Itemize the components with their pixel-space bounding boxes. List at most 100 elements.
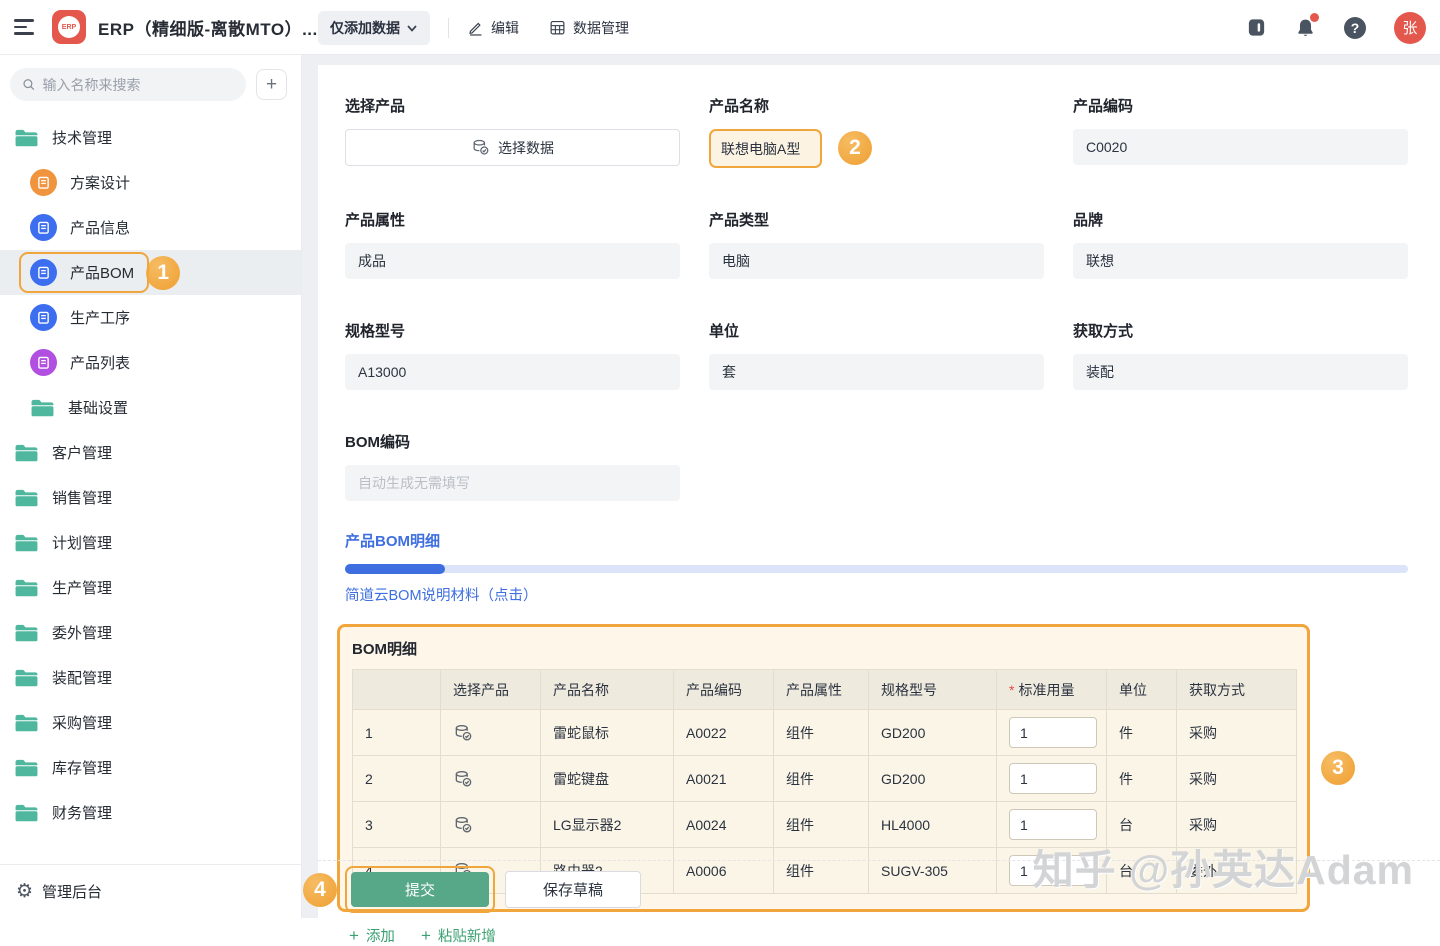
bom-code-label: BOM编码: [345, 431, 680, 452]
sidebar-item-3[interactable]: 产品BOM1: [0, 250, 301, 295]
cell-product-name: 雷蛇键盘: [541, 756, 674, 802]
pen-icon: [467, 19, 484, 36]
cell-acquire-method: 采购: [1177, 802, 1297, 848]
sidebar-item-6[interactable]: 基础设置: [0, 385, 301, 430]
sidebar-search-row: +: [0, 55, 301, 111]
acquire-method-field[interactable]: 装配: [1073, 354, 1408, 390]
brand-field[interactable]: 联想: [1073, 243, 1408, 279]
sidebar-toggle-icon[interactable]: [14, 15, 36, 39]
bom-table-row-2: 2雷蛇键盘A0021组件GD200件采购: [353, 756, 1297, 802]
folder-icon: [14, 533, 39, 553]
paste-add-label: 粘贴新增: [438, 925, 496, 946]
sidebar-item-2[interactable]: 产品信息: [0, 205, 301, 250]
col-select-product: 选择产品: [441, 670, 541, 710]
product-code-field[interactable]: C0020: [1073, 129, 1408, 165]
product-name-field[interactable]: 联想电脑A型: [709, 129, 822, 168]
cell-standard-qty: [997, 710, 1107, 756]
cell-select-product[interactable]: [441, 756, 541, 802]
tab-product-bom-detail[interactable]: 产品BOM明细: [345, 530, 440, 551]
standard-qty-input[interactable]: [1009, 763, 1097, 794]
cell-index: 3: [353, 802, 441, 848]
cell-acquire-method: 采购: [1177, 756, 1297, 802]
sidebar-item-7[interactable]: 客户管理: [0, 430, 301, 475]
folder-icon: [30, 398, 55, 418]
submit-highlight-box: 提交 4: [345, 866, 495, 913]
form-footer: 提交 4 保存草稿: [318, 860, 1440, 918]
step-marker-2: 2: [838, 131, 872, 165]
sidebar-item-9[interactable]: 计划管理: [0, 520, 301, 565]
cell-product-name: LG显示器2: [541, 802, 674, 848]
data-management-button[interactable]: 数据管理: [549, 18, 629, 38]
user-avatar[interactable]: 张: [1394, 12, 1426, 44]
sidebar-item-label: 财务管理: [52, 802, 112, 823]
select-data-button[interactable]: 选择数据: [345, 129, 680, 166]
app-logo-text: ERP: [58, 16, 80, 38]
folder-icon: [14, 578, 39, 598]
search-icon: [22, 77, 36, 92]
cell-product-code: A0022: [674, 710, 774, 756]
cell-product-code: A0021: [674, 756, 774, 802]
journal-icon[interactable]: [1246, 17, 1267, 38]
cell-index: 1: [353, 710, 441, 756]
sidebar-item-10[interactable]: 生产管理: [0, 565, 301, 610]
sidebar-item-15[interactable]: 财务管理: [0, 790, 301, 835]
edit-button[interactable]: 编辑: [467, 18, 519, 38]
cell-spec-model: GD200: [869, 756, 997, 802]
col-unit: 单位: [1107, 670, 1177, 710]
sidebar-item-label: 装配管理: [52, 667, 112, 688]
app-icon: [30, 169, 57, 196]
product-type-label: 产品类型: [709, 209, 1044, 230]
sidebar-item-12[interactable]: 装配管理: [0, 655, 301, 700]
product-type-field[interactable]: 电脑: [709, 243, 1044, 279]
product-attr-field[interactable]: 成品: [345, 243, 680, 279]
sidebar-item-8[interactable]: 销售管理: [0, 475, 301, 520]
required-asterisk: *: [1009, 682, 1014, 698]
paste-add-button[interactable]: + 粘贴新增: [421, 925, 496, 946]
unit-field[interactable]: 套: [709, 354, 1044, 390]
sidebar-item-label: 产品BOM: [70, 262, 134, 283]
add-app-button[interactable]: +: [256, 69, 287, 100]
sidebar-item-label: 委外管理: [52, 622, 112, 643]
sidebar-item-label: 库存管理: [52, 757, 112, 778]
col-product-attr: 产品属性: [774, 670, 869, 710]
product-attr-label: 产品属性: [345, 209, 680, 230]
folder-icon: [14, 803, 39, 823]
sidebar-item-5[interactable]: 产品列表: [0, 340, 301, 385]
folder-icon: [14, 488, 39, 508]
add-row-button[interactable]: + 添加: [349, 925, 395, 946]
submit-button[interactable]: 提交: [351, 872, 489, 907]
folder-icon: [14, 758, 39, 778]
sidebar-item-0[interactable]: 技术管理: [0, 115, 301, 160]
cell-select-product[interactable]: [441, 710, 541, 756]
standard-qty-input[interactable]: [1009, 809, 1097, 840]
search-box[interactable]: [10, 68, 246, 101]
mode-dropdown-label: 仅添加数据: [330, 18, 400, 38]
toolbar-divider: [448, 18, 449, 38]
product-name-label: 产品名称: [709, 95, 1044, 116]
help-icon[interactable]: ?: [1344, 17, 1366, 39]
cell-select-product[interactable]: [441, 802, 541, 848]
sidebar-item-1[interactable]: 方案设计: [0, 160, 301, 205]
admin-backend-button[interactable]: ⚙ 管理后台: [0, 864, 301, 918]
chevron-down-icon: [406, 22, 418, 34]
bom-doc-link[interactable]: 简道云BOM说明材料（点击）: [345, 584, 538, 605]
save-draft-button[interactable]: 保存草稿: [505, 871, 641, 908]
cell-product-code: A0024: [674, 802, 774, 848]
notifications-bell-icon[interactable]: [1295, 17, 1316, 38]
search-input[interactable]: [43, 77, 234, 93]
spec-model-field[interactable]: A13000: [345, 354, 680, 390]
cell-standard-qty: [997, 756, 1107, 802]
bom-table-row-3: 3LG显示器2A0024组件HL4000台采购: [353, 802, 1297, 848]
sidebar: + 技术管理方案设计产品信息产品BOM1生产工序产品列表基础设置客户管理销售管理…: [0, 55, 302, 918]
cell-product-attr: 组件: [774, 710, 869, 756]
mode-dropdown-button[interactable]: 仅添加数据: [318, 11, 430, 45]
sidebar-item-14[interactable]: 库存管理: [0, 745, 301, 790]
sidebar-item-4[interactable]: 生产工序: [0, 295, 301, 340]
app-glyph-icon: [37, 221, 50, 234]
app-icon: [30, 349, 57, 376]
sidebar-item-11[interactable]: 委外管理: [0, 610, 301, 655]
sidebar-item-13[interactable]: 采购管理: [0, 700, 301, 745]
cell-standard-qty: [997, 802, 1107, 848]
standard-qty-input[interactable]: [1009, 717, 1097, 748]
bom-code-field[interactable]: 自动生成无需填写: [345, 465, 680, 501]
